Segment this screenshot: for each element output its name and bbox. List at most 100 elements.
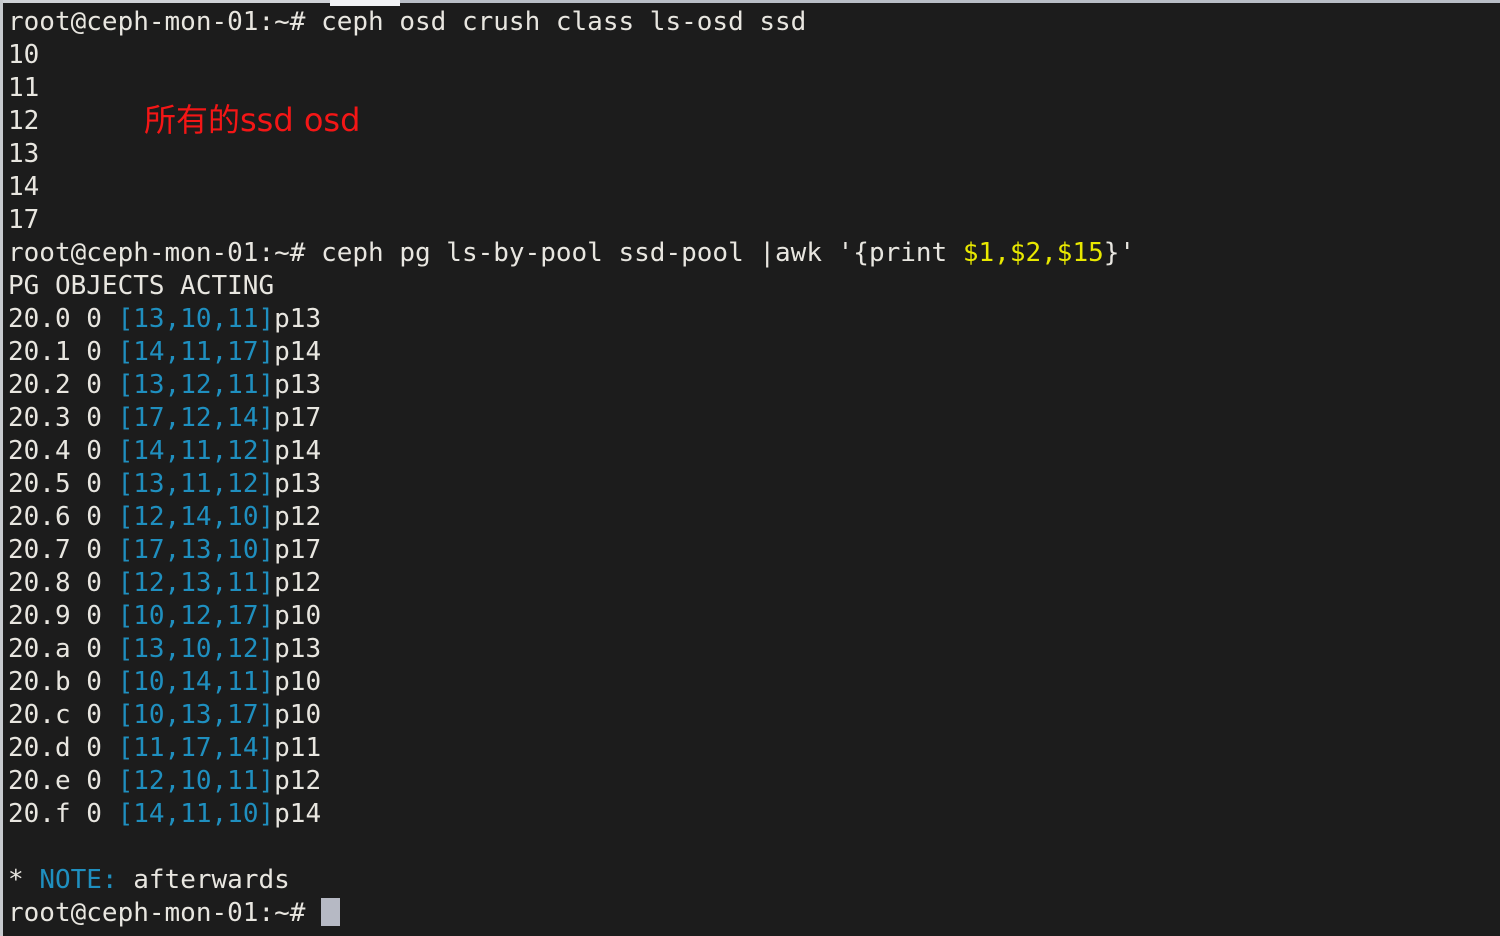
- cell-separator: [71, 634, 87, 664]
- pg-id: 20.c: [8, 700, 71, 730]
- final-prompt-line[interactable]: root@ceph-mon-01:~#: [0, 897, 1500, 930]
- pg-primary-osd: p14: [274, 337, 322, 367]
- pg-acting-set: [10,13,17]: [117, 700, 275, 730]
- osd-id-line: 10: [8, 40, 40, 70]
- table-row: 20.5 0 [13,11,12]p13: [0, 468, 1500, 501]
- cell-separator: [102, 733, 118, 763]
- table-row: 20.6 0 [12,14,10]p12: [0, 501, 1500, 534]
- pg-id: 20.b: [8, 667, 71, 697]
- command-text-2-post: }': [1103, 238, 1136, 268]
- pg-primary-osd: p14: [274, 799, 322, 829]
- chrome-left-edge: [0, 0, 330, 3]
- pg-objects: 0: [86, 304, 102, 334]
- pg-objects: 0: [86, 667, 102, 697]
- cell-separator: [102, 601, 118, 631]
- note-text: afterwards: [117, 865, 290, 895]
- pg-id: 20.f: [8, 799, 71, 829]
- cell-separator: [102, 370, 118, 400]
- pg-objects: 0: [86, 766, 102, 796]
- cell-separator: [71, 502, 87, 532]
- shell-prompt: root@ceph-mon-01:~#: [8, 238, 322, 268]
- cell-separator: [71, 337, 87, 367]
- pg-primary-osd: p13: [274, 634, 322, 664]
- pg-objects: 0: [86, 700, 102, 730]
- pg-objects: 0: [86, 799, 102, 829]
- pg-objects: 0: [86, 502, 102, 532]
- pg-primary-osd: p17: [274, 535, 322, 565]
- cell-separator: [102, 634, 118, 664]
- cell-separator: [102, 469, 118, 499]
- cell-separator: [71, 601, 87, 631]
- pg-primary-osd: p10: [274, 700, 322, 730]
- table-row: 20.4 0 [14,11,12]p14: [0, 435, 1500, 468]
- cell-separator: [102, 436, 118, 466]
- note-label: NOTE:: [39, 865, 118, 895]
- pg-objects: 0: [86, 634, 102, 664]
- command-text-2-pre: ceph pg ls-by-pool ssd-pool |awk '{print: [321, 238, 963, 268]
- cell-separator: [102, 403, 118, 433]
- pg-acting-set: [11,17,14]: [117, 733, 275, 763]
- text-cursor: [321, 898, 341, 926]
- pg-primary-osd: p17: [274, 403, 322, 433]
- pg-id: 20.e: [8, 766, 71, 796]
- cell-separator: [71, 733, 87, 763]
- table-row: 20.d 0 [11,17,14]p11: [0, 732, 1500, 765]
- pg-acting-set: [13,10,11]: [117, 304, 275, 334]
- osd-id-line: 17: [8, 205, 40, 235]
- pg-primary-osd: p12: [274, 766, 322, 796]
- note-line: * NOTE: afterwards: [0, 864, 1500, 897]
- shell-prompt: root@ceph-mon-01:~#: [8, 898, 322, 928]
- pg-objects: 0: [86, 436, 102, 466]
- terminal-window[interactable]: root@ceph-mon-01:~# ceph osd crush class…: [0, 0, 1500, 936]
- cell-separator: [71, 766, 87, 796]
- table-row: 20.c 0 [10,13,17]p10: [0, 699, 1500, 732]
- table-row: 20.a 0 [13,10,12]p13: [0, 633, 1500, 666]
- cell-separator: [102, 502, 118, 532]
- pg-id: 20.8: [8, 568, 71, 598]
- pg-acting-set: [14,11,10]: [117, 799, 275, 829]
- cell-separator: [71, 667, 87, 697]
- table-header: PG OBJECTS ACTING: [8, 271, 275, 301]
- pg-primary-osd: p13: [274, 370, 322, 400]
- command-line-1: root@ceph-mon-01:~# ceph osd crush class…: [0, 6, 1500, 39]
- pg-acting-set: [17,13,10]: [117, 535, 275, 565]
- pg-primary-osd: p12: [274, 568, 322, 598]
- pg-objects: 0: [86, 370, 102, 400]
- table-row: 20.3 0 [17,12,14]p17: [0, 402, 1500, 435]
- chrome-right-edge: [400, 0, 1500, 3]
- pg-id: 20.5: [8, 469, 71, 499]
- pg-objects: 0: [86, 601, 102, 631]
- pg-primary-osd: p12: [274, 502, 322, 532]
- cell-separator: [71, 469, 87, 499]
- pg-id: 20.9: [8, 601, 71, 631]
- cell-separator: [102, 700, 118, 730]
- cell-separator: [102, 304, 118, 334]
- cell-separator: [71, 370, 87, 400]
- pg-acting-set: [13,10,12]: [117, 634, 275, 664]
- table-row: 20.2 0 [13,12,11]p13: [0, 369, 1500, 402]
- cell-separator: [71, 535, 87, 565]
- pg-id: 20.7: [8, 535, 71, 565]
- pg-objects: 0: [86, 568, 102, 598]
- pg-id: 20.a: [8, 634, 71, 664]
- cell-separator: [102, 535, 118, 565]
- pg-id: 20.2: [8, 370, 71, 400]
- pg-acting-set: [13,12,11]: [117, 370, 275, 400]
- osd-id-line: 14: [8, 172, 40, 202]
- pg-id: 20.0: [8, 304, 71, 334]
- awk-field-vars: $1,$2,$15: [962, 238, 1104, 268]
- cell-separator: [102, 568, 118, 598]
- note-marker: *: [8, 865, 40, 895]
- pg-acting-set: [14,11,17]: [117, 337, 275, 367]
- cell-separator: [102, 667, 118, 697]
- command-text-1: ceph osd crush class ls-osd ssd: [321, 7, 807, 37]
- pg-acting-set: [17,12,14]: [117, 403, 275, 433]
- pg-primary-osd: p13: [274, 304, 322, 334]
- pg-primary-osd: p13: [274, 469, 322, 499]
- pg-id: 20.6: [8, 502, 71, 532]
- table-row: 20.0 0 [13,10,11]p13: [0, 303, 1500, 336]
- pg-acting-set: [12,13,11]: [117, 568, 275, 598]
- cell-separator: [71, 700, 87, 730]
- cell-separator: [71, 799, 87, 829]
